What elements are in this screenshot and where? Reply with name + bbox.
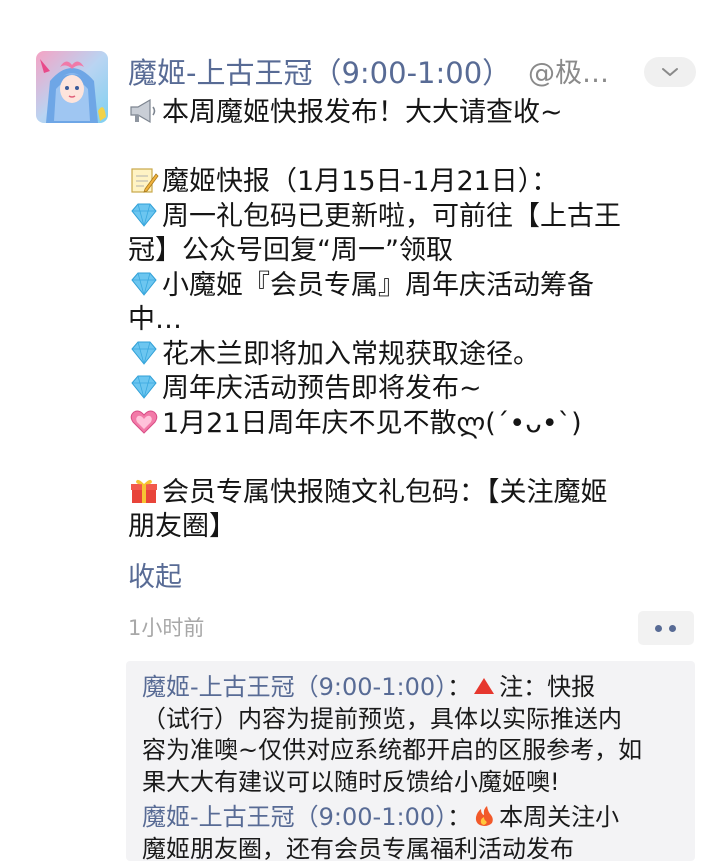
post-line: 1月21日周年庆不见不散ლ(´•ᴗ•`): [128, 407, 693, 442]
comment-text: 本周关注小: [499, 803, 619, 831]
post-text: 会员专属快报随文礼包码：【关注魔姬: [162, 477, 608, 508]
post-line: 朋友圈】: [128, 510, 693, 545]
post-body: 本周魔姬快报发布！大大请查收~ 魔姬快报（1月15日-1月21日）： 周一礼包码…: [128, 96, 693, 545]
diamond-icon: [128, 270, 160, 298]
avatar[interactable]: [36, 51, 108, 123]
comment-author[interactable]: 魔姬-上古王冠（9:00-1:00）: [142, 673, 447, 701]
gift-icon: [128, 477, 160, 505]
comment-separator: ：: [447, 673, 471, 701]
comment-text: 注：快报: [499, 673, 595, 701]
collapse-link[interactable]: 收起: [128, 560, 182, 596]
post-text: 本周魔姬快报发布！大大请查收~: [162, 97, 563, 128]
comment-item[interactable]: 魔姬-上古王冠（9:00-1:00）： 注：快报 （试行）内容为提前预览，具体以实…: [142, 672, 682, 798]
post-line: 花木兰即将加入常规获取途径。: [128, 338, 693, 373]
post-line: 会员专属快报随文礼包码：【关注魔姬: [128, 476, 693, 511]
dot-icon: [655, 625, 662, 632]
comment-separator: ：: [447, 803, 471, 831]
comment-text: （试行）内容为提前预览，具体以实际推送内: [142, 705, 622, 733]
comment-item[interactable]: 魔姬-上古王冠（9:00-1:00）： 本周关注小 魔姬朋友圈，还有会员专属福利活…: [142, 802, 682, 861]
diamond-icon: [128, 339, 160, 367]
post-header: 魔姬-上古王冠（9:00-1:00） @极…: [128, 53, 698, 97]
post-line: 魔姬快报（1月15日-1月21日）：: [128, 165, 693, 200]
post-text: 1月21日周年庆不见不散ლ(´•ᴗ•`): [162, 408, 582, 439]
diamond-icon: [128, 201, 160, 229]
post-line: 周年庆活动预告即将发布~: [128, 372, 693, 407]
dot-icon: [669, 625, 676, 632]
poster-name[interactable]: 魔姬-上古王冠（9:00-1:00）: [128, 53, 511, 93]
post-text: 花木兰即将加入常规获取途径。: [162, 339, 540, 370]
chevron-down-icon: [660, 63, 680, 81]
memo-icon: [128, 166, 160, 194]
comment-section: 魔姬-上古王冠（9:00-1:00）：注：快报 （试行）内容为提前预览，具体以实…: [126, 661, 695, 861]
post-line: 小魔姬『会员专属』周年庆活动筹备: [128, 269, 693, 304]
post-timestamp: 1小时前: [128, 614, 204, 642]
comment-text: 容为准噢~仅供对应系统都开启的区服参考，如: [142, 736, 642, 764]
triangle-icon: [471, 674, 497, 698]
comment-text: 果大大有建议可以随时反馈给小魔姬噢!: [142, 768, 560, 796]
post-line: 周一礼包码已更新啦，可前往【上古王: [128, 200, 693, 235]
post-line: 本周魔姬快报发布！大大请查收~: [128, 96, 693, 131]
post-text: 小魔姬『会员专属』周年庆活动筹备: [162, 270, 594, 301]
diamond-icon: [128, 373, 160, 401]
poster-handle[interactable]: @极…: [528, 55, 638, 93]
post-text: 周一礼包码已更新啦，可前往【上古王: [162, 201, 621, 232]
post-text: 周年庆活动预告即将发布~: [162, 373, 482, 404]
comment-author[interactable]: 魔姬-上古王冠（9:00-1:00）: [142, 803, 447, 831]
comment-like-button[interactable]: [638, 611, 694, 645]
megaphone-icon: [128, 97, 160, 125]
options-button[interactable]: [644, 57, 696, 87]
post-line: 冠】公众号回复“周一”领取: [128, 234, 693, 269]
fire-icon: [471, 804, 497, 828]
heart-icon: [128, 408, 160, 436]
post-line: 中…: [128, 303, 693, 338]
post-text: 魔姬快报（1月15日-1月21日）：: [162, 166, 558, 197]
comment-text: 魔姬朋友圈，还有会员专属福利活动发布: [142, 835, 574, 861]
